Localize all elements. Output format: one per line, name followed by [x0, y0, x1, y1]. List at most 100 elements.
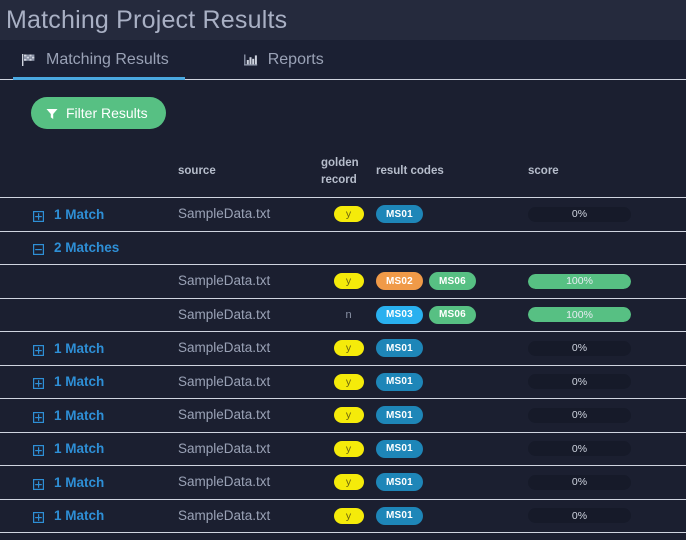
- table-row[interactable]: SampleData.txt n MS03 MS06 100%: [0, 299, 686, 332]
- cell-golden-record: y: [321, 273, 376, 290]
- plus-square-icon[interactable]: [33, 376, 45, 390]
- golden-record-yes-badge: y: [333, 340, 364, 357]
- match-count-label[interactable]: 1 Match: [54, 475, 104, 490]
- table-row[interactable]: 1 MatchSampleData.txtyMS010%: [0, 533, 686, 540]
- golden-record-yes-badge: y: [333, 407, 364, 424]
- column-header-score[interactable]: score: [528, 163, 633, 180]
- match-count-label[interactable]: 2 Matches: [54, 240, 119, 255]
- cell-result-codes: MS01: [376, 372, 528, 391]
- cell-expand[interactable]: 1 Match: [33, 441, 178, 457]
- cell-golden-record: y: [321, 340, 376, 357]
- score-value-label: 0%: [571, 208, 588, 221]
- column-header-result-codes[interactable]: result codes: [376, 163, 528, 180]
- cell-golden-record: y: [321, 507, 376, 524]
- title-bar: Matching Project Results: [0, 0, 686, 40]
- tab-matching-results-label: Matching Results: [46, 51, 169, 68]
- cell-expand[interactable]: 1 Match: [33, 508, 178, 524]
- match-count-label[interactable]: 1 Match: [54, 341, 104, 356]
- cell-result-codes: MS02 MS06: [376, 272, 528, 291]
- column-header-source[interactable]: source: [178, 163, 321, 180]
- cell-golden-record: y: [321, 407, 376, 424]
- result-code-badge[interactable]: MS01: [376, 205, 423, 224]
- match-count-label[interactable]: 1 Match: [54, 374, 104, 389]
- tab-reports-label: Reports: [267, 51, 324, 68]
- cell-expand[interactable]: 1 Match: [33, 475, 178, 490]
- cell-golden-record: y: [321, 373, 376, 390]
- result-code-badge[interactable]: MS01: [376, 339, 423, 358]
- cell-score: 0%: [528, 407, 633, 423]
- column-header-golden-record[interactable]: golden record: [321, 155, 376, 188]
- score-value-label: 0%: [571, 442, 588, 455]
- match-count-label[interactable]: 1 Match: [54, 441, 104, 456]
- cell-result-codes: MS03 MS06: [376, 305, 528, 324]
- golden-record-yes-badge: y: [333, 440, 364, 457]
- cell-score: 0%: [528, 508, 633, 524]
- table-row[interactable]: SampleData.txt y MS02 MS06 100%: [0, 265, 686, 299]
- plus-square-icon[interactable]: [33, 443, 45, 457]
- table-row[interactable]: 1 MatchSampleData.txtyMS010%: [0, 433, 686, 466]
- funnel-icon: [46, 107, 58, 119]
- cell-source: SampleData.txt: [178, 373, 321, 391]
- cell-source: SampleData.txt: [178, 406, 321, 424]
- cell-result-codes: MS01: [376, 473, 528, 492]
- score-bar: 0%: [528, 206, 631, 222]
- cell-golden-record: y: [321, 474, 376, 491]
- plus-square-icon[interactable]: [33, 343, 45, 356]
- result-code-badge[interactable]: MS02: [376, 272, 423, 291]
- result-code-badge[interactable]: MS01: [376, 406, 423, 425]
- cell-score: 0%: [528, 206, 633, 222]
- score-bar: 0%: [528, 508, 631, 524]
- cell-expand[interactable]: 1 Match: [33, 374, 178, 390]
- golden-record-yes-badge: y: [333, 474, 364, 491]
- cell-result-codes: MS01: [376, 506, 528, 525]
- score-bar: 100%: [528, 307, 631, 323]
- table-row[interactable]: 1 MatchSampleData.txtyMS010%: [0, 466, 686, 500]
- cell-expand[interactable]: 1 Match: [33, 341, 178, 356]
- result-code-badge[interactable]: MS01: [376, 506, 423, 525]
- score-bar: 0%: [528, 407, 631, 423]
- minus-square-icon[interactable]: [33, 242, 45, 256]
- golden-record-yes-badge: y: [333, 206, 364, 223]
- cell-source: SampleData.txt: [178, 339, 321, 357]
- plus-square-icon[interactable]: [33, 209, 45, 222]
- plus-square-icon[interactable]: [33, 477, 45, 490]
- match-count-label[interactable]: 1 Match: [54, 408, 104, 423]
- tab-reports[interactable]: Reports: [235, 40, 340, 80]
- table-row[interactable]: 2 Matches: [0, 232, 686, 265]
- cell-source: SampleData.txt: [178, 272, 321, 290]
- checkered-flag-icon: [21, 52, 37, 68]
- table-row[interactable]: 1 Match SampleData.txt y MS01 0%: [0, 332, 686, 366]
- match-count-label[interactable]: 1 Match: [54, 207, 104, 222]
- table-row[interactable]: 1 MatchSampleData.txtyMS010%: [0, 198, 686, 232]
- source-file-name: SampleData.txt: [178, 407, 271, 423]
- source-file-name: SampleData.txt: [178, 373, 271, 389]
- score-bar: 0%: [528, 474, 631, 490]
- result-code-badge[interactable]: MS06: [428, 305, 476, 324]
- table-row[interactable]: 1 Match SampleData.txt yMS01 0%: [0, 366, 686, 399]
- match-count-label[interactable]: 1 Match: [54, 508, 104, 523]
- plus-square-icon[interactable]: [33, 410, 45, 423]
- result-code-badge[interactable]: MS01: [376, 473, 423, 492]
- tab-matching-results[interactable]: Matching Results: [13, 40, 185, 80]
- result-code-badge[interactable]: MS03: [376, 305, 423, 324]
- cell-result-codes: MS01: [376, 406, 528, 425]
- plus-square-icon[interactable]: [33, 510, 45, 524]
- filter-results-button[interactable]: Filter Results: [31, 97, 166, 129]
- table-row[interactable]: 1 Match SampleData.txt y MS01 0%: [0, 399, 686, 433]
- result-code-badge[interactable]: MS06: [428, 272, 476, 291]
- tab-bar: Matching Results Reports: [0, 40, 686, 80]
- cell-expand[interactable]: 1 Match: [33, 408, 178, 423]
- result-code-badge[interactable]: MS01: [376, 439, 423, 458]
- source-file-name: SampleData.txt: [178, 340, 271, 356]
- cell-score: 0%: [528, 441, 633, 457]
- score-bar: 0%: [528, 374, 631, 390]
- cell-score: 100%: [528, 273, 633, 289]
- score-value-label: 100%: [566, 308, 593, 321]
- score-bar: 0%: [528, 340, 631, 356]
- cell-expand[interactable]: 2 Matches: [33, 240, 178, 256]
- result-code-badge[interactable]: MS01: [376, 372, 423, 391]
- table-row[interactable]: 1 Match SampleData.txtyMS01 0%: [0, 500, 686, 533]
- cell-expand[interactable]: 1 Match: [33, 207, 178, 222]
- cell-source: SampleData.txt: [178, 507, 321, 525]
- cell-score: 0%: [528, 374, 633, 390]
